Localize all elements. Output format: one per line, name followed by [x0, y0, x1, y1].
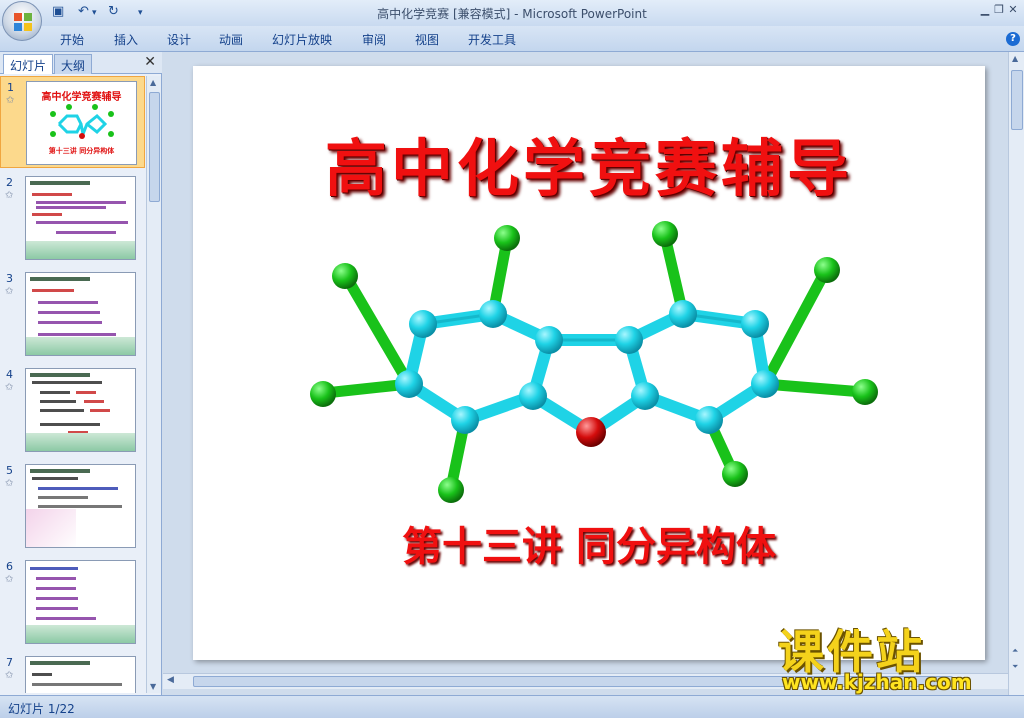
scroll-left-icon[interactable]: ◀	[167, 675, 174, 685]
slide-thumbnail-2[interactable]: 2 ✩	[0, 172, 145, 264]
slide-thumbnail-4[interactable]: 4 ✩	[0, 364, 145, 456]
scroll-down-icon[interactable]: ▼	[150, 682, 156, 691]
transition-star-icon: ✩	[5, 286, 14, 297]
transition-star-icon: ✩	[5, 478, 14, 489]
transition-star-icon: ✩	[5, 190, 14, 201]
slide-number: 4	[6, 368, 13, 381]
pane-close-icon[interactable]: ✕	[144, 54, 156, 70]
tab-view[interactable]: 视图	[415, 31, 439, 48]
slide-number: 2	[6, 176, 13, 189]
restore-icon[interactable]: ❐	[992, 3, 1006, 16]
slides-pane: 幻灯片 大纲 ✕ 1 ✩ 高中化学竞赛辅导 第十三讲 同分异构体 2 ✩ 3 ✩…	[0, 52, 162, 695]
slide-thumbnail-6[interactable]: 6 ✩	[0, 556, 145, 648]
close-icon[interactable]: ✕	[1006, 3, 1020, 16]
tab-animation[interactable]: 动画	[219, 31, 243, 48]
thumbnail-image	[25, 560, 136, 644]
thumbnail-image	[25, 272, 136, 356]
tab-slides[interactable]: 幻灯片	[3, 54, 54, 74]
thumbnail-scrollbar[interactable]: ▲ ▼	[146, 76, 161, 693]
slide-count-status: 幻灯片 1/22	[8, 702, 75, 716]
thumb-molecule	[50, 104, 114, 140]
thumbnail-list: 1 ✩ 高中化学竞赛辅导 第十三讲 同分异构体 2 ✩ 3 ✩ 4 ✩ 5 ✩ …	[0, 76, 145, 693]
transition-star-icon: ✩	[6, 95, 15, 106]
previous-slide-icon[interactable]: ⏶	[1012, 646, 1018, 656]
tab-outline[interactable]: 大纲	[54, 54, 93, 74]
status-bar: 幻灯片 1/22	[0, 695, 1024, 718]
slide-number: 5	[6, 464, 13, 477]
current-slide[interactable]: 高中化学竞赛辅导 第十三讲 同分异构体	[193, 66, 985, 660]
transition-star-icon: ✩	[5, 574, 14, 585]
tab-design[interactable]: 设计	[167, 31, 191, 48]
slide-thumbnail-3[interactable]: 3 ✩	[0, 268, 145, 360]
watermark-url: www.kjzhan.com	[782, 670, 972, 694]
slide-thumbnail-5[interactable]: 5 ✩	[0, 460, 145, 552]
transition-star-icon: ✩	[5, 670, 14, 681]
tab-review[interactable]: 审阅	[362, 31, 386, 48]
slide-subtitle[interactable]: 第十三讲 同分异构体	[193, 514, 985, 572]
scroll-up-icon[interactable]: ▲	[1012, 54, 1018, 63]
pane-tabs: 幻灯片 大纲 ✕	[0, 52, 162, 74]
thumbnail-image	[25, 368, 136, 452]
window-controls: ▁ ❐ ✕	[978, 2, 1020, 16]
minimize-icon[interactable]: ▁	[978, 3, 992, 16]
tab-insert[interactable]: 插入	[114, 31, 138, 48]
slide-scrollbar[interactable]: ▲ ⏶ ⏷	[1008, 52, 1024, 695]
tab-home[interactable]: 开始	[60, 31, 84, 48]
office-button[interactable]	[2, 1, 42, 41]
thumb-subtitle: 第十三讲 同分异构体	[48, 147, 115, 155]
thumbnail-image: 高中化学竞赛辅导 第十三讲 同分异构体	[26, 81, 137, 165]
slide-number: 3	[6, 272, 13, 285]
slide-thumbnail-1[interactable]: 1 ✩ 高中化学竞赛辅导 第十三讲 同分异构体	[0, 76, 145, 168]
slide-editing-area: 高中化学竞赛辅导 第十三讲 同分异构体	[163, 52, 1008, 695]
thumb-title: 高中化学竞赛辅导	[41, 92, 122, 103]
scrollbar-thumb[interactable]	[149, 92, 160, 202]
tab-slideshow[interactable]: 幻灯片放映	[272, 31, 332, 48]
thumbnail-image	[25, 176, 136, 260]
thumbnail-image	[25, 464, 136, 548]
thumbnail-image	[25, 656, 136, 693]
slide-number: 1	[7, 81, 14, 94]
help-icon[interactable]: ?	[1006, 32, 1020, 46]
tab-developer[interactable]: 开发工具	[468, 31, 516, 48]
next-slide-icon[interactable]: ⏷	[1012, 662, 1018, 672]
transition-star-icon: ✩	[5, 382, 14, 393]
slide-number: 6	[6, 560, 13, 573]
ribbon-tabs: 开始 插入 设计 动画 幻灯片放映 审阅 视图 开发工具	[0, 26, 1024, 52]
scrollbar-thumb[interactable]	[1011, 70, 1023, 130]
title-bar: ▣ ↶ ▾ ↻ ▾ 高中化学竞赛 [兼容模式] - Microsoft Powe…	[0, 0, 1024, 41]
slide-thumbnail-7[interactable]: 7 ✩	[0, 652, 145, 693]
slide-number: 7	[6, 656, 13, 669]
scroll-up-icon[interactable]: ▲	[150, 78, 156, 87]
office-logo-icon	[14, 13, 32, 31]
window-title: 高中化学竞赛 [兼容模式] - Microsoft PowerPoint	[377, 7, 647, 21]
